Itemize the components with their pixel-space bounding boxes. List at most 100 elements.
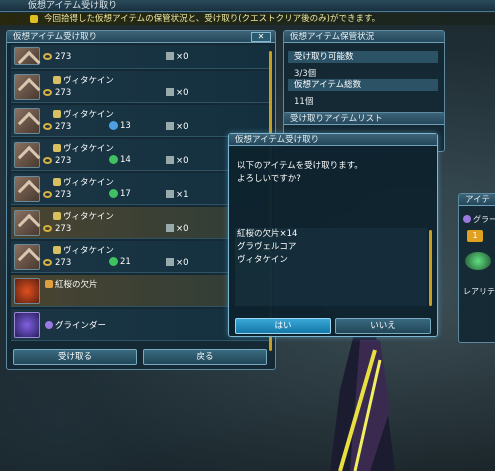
item-count: ×1 xyxy=(166,190,189,200)
grinder-type-icon xyxy=(463,215,471,223)
key-icon xyxy=(43,157,52,164)
count-icon xyxy=(166,52,174,60)
confirm-message-line: よろしいですか? xyxy=(237,174,301,184)
confirm-message: 以下のアイテムを受け取ります。 よろしいですか? xyxy=(237,160,363,186)
item-detail-subtitle: グラー xyxy=(463,214,495,225)
item-count: ×0 xyxy=(166,52,189,62)
item-preview-icon xyxy=(465,252,491,270)
list-item[interactable]: ヴィタケイン 273 ×0 xyxy=(11,71,269,103)
item-element: 14 xyxy=(109,155,131,165)
count-icon xyxy=(166,122,174,130)
weapon-type-icon xyxy=(53,76,61,84)
item-name: ヴィタケイン xyxy=(53,176,114,188)
item-list-header: 仮想アイテム受け取り ✕ xyxy=(7,31,275,43)
storage-status-panel: 仮想アイテム保管状況 受け取り可能数 3/3個 仮想アイテム総数 11個 xyxy=(283,30,445,118)
item-quantity-badge: 1 xyxy=(467,230,483,242)
wind-element-icon xyxy=(109,257,118,266)
item-list-title: 仮想アイテム受け取り xyxy=(13,32,98,42)
count-icon xyxy=(166,156,174,164)
receivable-value: 3/3個 xyxy=(294,69,317,79)
sword-icon xyxy=(14,142,41,169)
key-icon xyxy=(43,89,52,96)
item-name: ヴィタケイン xyxy=(53,108,114,120)
weapon-type-icon xyxy=(53,246,61,254)
confirm-dialog-header: 仮想アイテム受け取り xyxy=(229,134,437,146)
back-button[interactable]: 戻る xyxy=(143,349,267,365)
info-icon xyxy=(30,15,38,23)
yes-button[interactable]: はい xyxy=(235,318,331,334)
receive-button[interactable]: 受け取る xyxy=(13,349,137,365)
weapon-type-icon xyxy=(53,110,61,118)
material-type-icon xyxy=(45,321,53,329)
grinder-icon xyxy=(14,312,40,338)
key-icon xyxy=(43,123,52,130)
sword-icon xyxy=(14,47,41,74)
sword-icon xyxy=(14,210,41,237)
count-icon xyxy=(166,88,174,96)
confirm-item-list: 紅桜の欠片×14 グラヴェルコア ヴィタケイン xyxy=(235,228,427,306)
window-title-bar: 仮想アイテム受け取り xyxy=(0,0,495,12)
key-icon xyxy=(43,225,52,232)
item-element: 17 xyxy=(109,189,131,199)
item-level: 273 xyxy=(43,224,71,234)
sword-icon xyxy=(14,176,41,203)
count-icon xyxy=(166,190,174,198)
receive-list-title: 受け取りアイテムリスト xyxy=(290,114,383,124)
list-item[interactable]: 273 ×0 xyxy=(11,45,269,74)
receivable-label: 受け取り可能数 xyxy=(288,51,438,63)
item-name: ヴィタケイン xyxy=(53,244,114,256)
key-icon xyxy=(43,259,52,266)
sword-icon xyxy=(14,244,41,271)
player-character xyxy=(330,330,395,471)
ice-element-icon xyxy=(109,121,118,130)
key-icon xyxy=(43,191,52,198)
weapon-type-icon xyxy=(53,144,61,152)
item-detail-header: アイテ xyxy=(459,194,495,206)
item-detail-panel: アイテ グラー 1 レアリティ xyxy=(458,193,495,343)
confirm-dialog: 仮想アイテム受け取り 以下のアイテムを受け取ります。 よろしいですか? 紅桜の欠… xyxy=(228,133,438,337)
storage-status-title: 仮想アイテム保管状況 xyxy=(290,32,375,42)
sword-icon xyxy=(14,108,41,135)
storage-status-header: 仮想アイテム保管状況 xyxy=(284,31,444,43)
weapon-type-icon xyxy=(53,178,61,186)
count-icon xyxy=(166,258,174,266)
confirm-dialog-title: 仮想アイテム受け取り xyxy=(235,135,320,145)
total-value: 11個 xyxy=(294,97,314,107)
close-button[interactable]: ✕ xyxy=(251,32,271,42)
item-level: 273 xyxy=(43,190,71,200)
item-name: ヴィタケイン xyxy=(53,142,114,154)
item-element: 21 xyxy=(109,257,131,267)
wind-element-icon xyxy=(109,155,118,164)
item-level: 273 xyxy=(43,156,71,166)
wind-element-icon xyxy=(109,189,118,198)
item-level: 273 xyxy=(43,258,71,268)
total-label: 仮想アイテム総数 xyxy=(288,79,438,91)
item-name: グラインダー xyxy=(45,319,106,331)
item-count: ×0 xyxy=(166,88,189,98)
list-item: ヴィタケイン xyxy=(237,255,288,265)
item-level: 273 xyxy=(43,88,71,98)
weapon-type-icon xyxy=(53,212,61,220)
item-detail-title: アイテ xyxy=(465,195,490,205)
notice-text: 今回拾得した仮想アイテムの保管状況と、受け取り(クエストクリア後のみ)ができます… xyxy=(44,14,381,24)
item-name: ヴィタケイン xyxy=(53,210,114,222)
material-type-icon xyxy=(45,280,53,288)
list-item: 紅桜の欠片×14 xyxy=(237,229,298,239)
rarity-label: レアリティ xyxy=(463,287,495,296)
sword-icon xyxy=(14,74,41,101)
item-level: 273 xyxy=(43,122,71,132)
item-count: ×0 xyxy=(166,156,189,166)
count-icon xyxy=(166,224,174,232)
no-button[interactable]: いいえ xyxy=(335,318,431,334)
item-count: ×0 xyxy=(166,258,189,268)
confirm-message-line: 以下のアイテムを受け取ります。 xyxy=(237,161,363,171)
confirm-scrollbar[interactable] xyxy=(429,230,432,306)
item-count: ×0 xyxy=(166,224,189,234)
item-name: ヴィタケイン xyxy=(53,74,114,86)
item-count: ×0 xyxy=(166,122,189,132)
key-icon xyxy=(43,53,52,60)
item-name: 紅桜の欠片 xyxy=(45,278,98,290)
receive-list-header: 受け取りアイテムリスト xyxy=(284,113,444,125)
crystal-icon xyxy=(14,278,40,304)
window-title: 仮想アイテム受け取り xyxy=(28,1,118,11)
